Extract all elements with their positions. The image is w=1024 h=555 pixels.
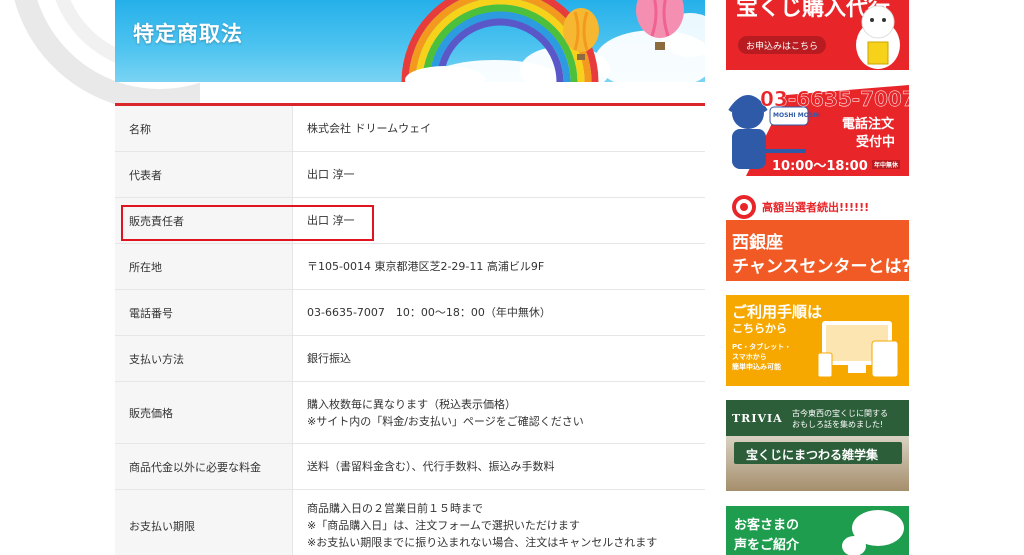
phone-order-banner[interactable]: 03-6635-7007 MOSHI MOSHI 電話注文 受付中 10:00〜… — [726, 85, 909, 176]
value-line: 商品購入日の２営業日前１５時まで — [307, 502, 483, 515]
company-info-table: 名称 株式会社 ドリームウェイ 代表者 出口 淳一 販売責任者 出口 淳一 所在… — [115, 103, 705, 555]
usage-guide-line1: ご利用手順は — [732, 303, 823, 321]
open-all-year: 年中無休 — [872, 160, 901, 169]
value-line: ※サイト内の「料金/お支払い」ページをご確認ください — [307, 414, 584, 428]
target-icon — [732, 195, 756, 219]
row-value: 銀行振込 — [293, 336, 705, 381]
trivia-brand: TRIVIA — [732, 412, 783, 425]
row-label: 電話番号 — [115, 290, 293, 335]
row-label: 代表者 — [115, 152, 293, 197]
row-value: 〒105-0014 東京都港区芝2-29-11 高浦ビル9F — [293, 244, 705, 289]
usage-guide-line4: スマホから — [732, 353, 767, 361]
proxy-purchase-banner[interactable]: 宝くじ購入代行 お申込みはこちら — [726, 0, 909, 70]
usage-guide-line3: PC・タブレット・ — [732, 343, 792, 351]
trivia-banner[interactable]: TRIVIA 古今東西の宝くじに関する おもしろ話を集めました! 宝くじにまつわ… — [726, 400, 909, 491]
value-line: 銀行振込 — [307, 352, 351, 365]
row-label: お支払い期限 — [115, 490, 293, 555]
table-row: 電話番号 03-6635-7007 10：00〜18：00（年中無休） — [115, 290, 705, 336]
moshi-bubble: MOSHI MOSHI — [773, 112, 821, 119]
value-line: 購入枚数毎に異なります（税込表示価格） — [307, 397, 516, 411]
phone-number: 03-6635-7007 — [760, 87, 909, 112]
row-label: 販売価格 — [115, 382, 293, 443]
apply-button-label: お申込みはこちら — [746, 42, 819, 52]
apply-button[interactable]: お申込みはこちら — [738, 36, 826, 54]
business-hours: 10:00〜18:00 — [772, 159, 868, 174]
winners-headline: 高額当選者続出!!!!!! — [762, 201, 870, 214]
table-row: 商品代金以外に必要な料金 送料（書留料金含む）、代行手数料、振込み手数料 — [115, 444, 705, 490]
row-label: 名称 — [115, 106, 293, 151]
table-row: 販売価格 購入枚数毎に異なります（税込表示価格） ※サイト内の「料金/お支払い」… — [115, 382, 705, 444]
table-row: 代表者 出口 淳一 — [115, 152, 705, 198]
value-line: 株式会社 ドリームウェイ — [307, 122, 432, 135]
usage-guide-line5: 簡単申込み可能 — [732, 363, 781, 371]
table-row: お支払い期限 商品購入日の２営業日前１５時まで ※「商品購入日」は、注文フォーム… — [115, 490, 705, 555]
row-label: 商品代金以外に必要な料金 — [115, 444, 293, 489]
value-line: ※「商品購入日」は、注文フォームで選択いただけます — [307, 519, 580, 532]
value-line: 〒105-0014 東京都港区芝2-29-11 高浦ビル9F — [307, 260, 545, 273]
nishiginza-chance-center-banner[interactable]: 高額当選者続出!!!!!! 西銀座 チャンスセンターとは? — [726, 190, 909, 281]
trivia-title: 宝くじにまつわる雑学集 — [746, 448, 879, 462]
row-value: 商品購入日の２営業日前１５時まで ※「商品購入日」は、注文フォームで選択いただけ… — [293, 490, 705, 555]
usage-guide-banner[interactable]: ご利用手順は こちらから PC・タブレット・ スマホから 簡単申込み可能 — [726, 295, 909, 386]
highlight-annotation — [121, 205, 374, 241]
chance-center-label: チャンスセンターとは? — [732, 257, 909, 277]
trivia-desc1: 古今東西の宝くじに関する — [792, 409, 888, 418]
row-value: 株式会社 ドリームウェイ — [293, 106, 705, 151]
value-line: ※お支払い期限までに振り込まれない場合、注文はキャンセルされます — [307, 536, 658, 549]
phone-order-line1: 電話注文 — [842, 117, 895, 132]
lucky-cat-icon — [856, 5, 900, 69]
row-value: 購入枚数毎に異なります（税込表示価格） ※サイト内の「料金/お支払い」ページをご… — [293, 382, 705, 443]
nishiginza-label: 西銀座 — [732, 233, 783, 253]
phone-order-line2: 受付中 — [856, 135, 896, 150]
trivia-desc2: おもしろ話を集めました! — [792, 420, 884, 429]
table-row: 名称 株式会社 ドリームウェイ — [115, 106, 705, 152]
row-label: 支払い方法 — [115, 336, 293, 381]
customer-voice-line2: 声をご紹介 — [734, 538, 800, 553]
speech-bubble-icon — [842, 510, 904, 555]
row-value: 送料（書留料金含む）、代行手数料、振込み手数料 — [293, 444, 705, 489]
customer-voice-line1: お客さまの — [734, 518, 800, 533]
row-value: 出口 淳一 — [293, 152, 705, 197]
value-line: 送料（書留料金含む）、代行手数料、振込み手数料 — [307, 460, 555, 473]
row-label: 所在地 — [115, 244, 293, 289]
value-line: 出口 淳一 — [307, 168, 355, 181]
customer-voice-banner[interactable]: お客さまの 声をご紹介 — [726, 506, 909, 555]
usage-guide-line2: こちらから — [732, 322, 787, 335]
table-row: 所在地 〒105-0014 東京都港区芝2-29-11 高浦ビル9F — [115, 244, 705, 290]
table-row: 支払い方法 銀行振込 — [115, 336, 705, 382]
devices-icon — [817, 321, 899, 378]
page-title: 特定商取法 — [133, 22, 243, 46]
page-header-banner: 特定商取法 — [115, 0, 705, 82]
value-line: 03-6635-7007 10：00〜18：00（年中無休） — [307, 306, 551, 319]
row-value: 03-6635-7007 10：00〜18：00（年中無休） — [293, 290, 705, 335]
